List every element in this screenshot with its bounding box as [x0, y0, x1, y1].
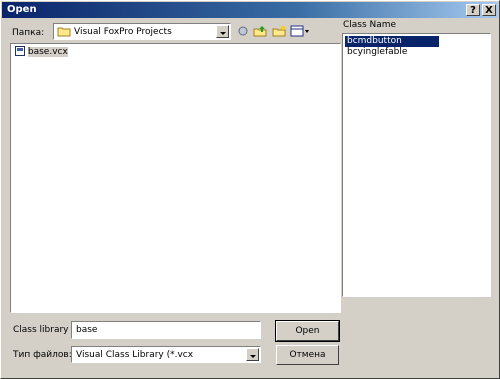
file-name: base.vcx — [27, 46, 68, 57]
vcx-file-icon — [15, 46, 25, 56]
lookin-combo[interactable]: Visual FoxPro Projects — [53, 23, 231, 40]
file-type-label: Тип файлов: — [13, 350, 72, 360]
lookin-dropdown-button[interactable] — [216, 25, 229, 38]
lookin-value: Visual FoxPro Projects — [74, 27, 172, 37]
up-folder-icon[interactable] — [252, 25, 268, 39]
close-button[interactable]: X — [482, 4, 496, 16]
class-library-label: Class library — [13, 325, 69, 335]
lookin-label: Папка: — [12, 28, 45, 38]
file-item[interactable]: base.vcx — [13, 46, 70, 57]
file-type-dropdown-button[interactable] — [246, 348, 259, 361]
view-menu-icon[interactable] — [290, 25, 310, 39]
title-bar[interactable]: Open ? X — [2, 2, 498, 18]
help-button[interactable]: ? — [466, 4, 480, 16]
class-library-value: base — [76, 325, 98, 335]
open-dialog: Open ? X Папка: Visual FoxPro Projects b… — [0, 0, 500, 379]
file-type-value: Visual Class Library (*.vcx — [76, 350, 194, 360]
class-item[interactable]: bcyinglefable — [345, 47, 409, 58]
file-list[interactable]: base.vcx — [10, 43, 341, 313]
window-title: Open — [7, 4, 37, 15]
class-library-input[interactable]: base — [71, 321, 261, 339]
back-icon[interactable] — [235, 25, 251, 39]
file-type-combo[interactable]: Visual Class Library (*.vcx — [71, 346, 261, 363]
folder-icon — [57, 27, 71, 37]
class-item[interactable]: bcmdbutton — [345, 36, 439, 47]
new-folder-icon[interactable] — [271, 25, 287, 39]
class-name-label: Class Name — [343, 20, 397, 30]
cancel-button[interactable]: Отмена — [276, 345, 339, 365]
class-list[interactable]: bcmdbutton bcyinglefable — [342, 33, 491, 297]
open-button[interactable]: Open — [275, 320, 340, 342]
